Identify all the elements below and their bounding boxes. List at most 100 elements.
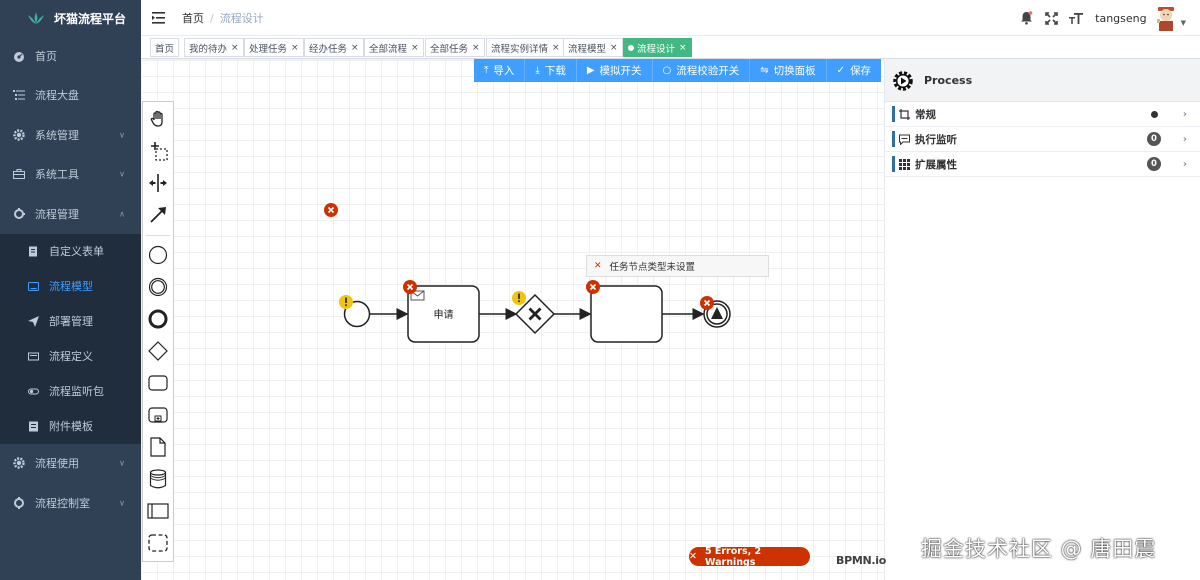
font-size-icon[interactable]: [1064, 6, 1088, 30]
chevron-down-icon: ∨: [119, 498, 125, 508]
app-title: 坏猫流程平台: [54, 11, 127, 26]
chevron-right-icon: ›: [1182, 158, 1187, 170]
group-execution-listener[interactable]: 执行监听 0 ›: [885, 127, 1200, 152]
tag-all-task[interactable]: 全部任务 ×: [425, 38, 485, 57]
grid-icon: [899, 158, 910, 170]
caret-down-icon[interactable]: ▼: [1181, 19, 1186, 27]
breadcrumb: 首页 / 流程设计: [182, 10, 264, 26]
group-general[interactable]: 常规 ›: [885, 102, 1200, 127]
properties-title: Process: [924, 74, 973, 87]
lint-summary-text: 5 Errors, 2 Warnings: [704, 545, 762, 568]
import-button[interactable]: ⤒ 导入: [474, 59, 526, 82]
switch-icon: ⇋: [760, 65, 769, 76]
fullscreen-icon[interactable]: [1039, 6, 1063, 30]
close-icon[interactable]: ×: [291, 43, 299, 53]
pool-icon[interactable]: [143, 496, 173, 526]
group-icon[interactable]: [143, 528, 173, 558]
tag-my-todo[interactable]: 我的待办 ×: [184, 38, 244, 57]
lint-summary-button[interactable]: ✕ 5 Errors, 2 Warnings: [689, 545, 810, 568]
tag-home[interactable]: 首页: [150, 38, 180, 57]
tag-handled-task[interactable]: 经办任务 ×: [304, 38, 364, 57]
tags-view: 首页 我的待办 × 处理任务 × 经办任务 × 全部流程 × 全部任务 × 流程实例详情 ×…: [141, 36, 1200, 59]
error-marker[interactable]: [324, 203, 338, 217]
group-extension-properties[interactable]: 扩展属性 0 ›: [885, 152, 1200, 177]
sidebar-item-custom-form[interactable]: 自定义表单: [0, 234, 141, 269]
tag-instance-detail[interactable]: 流程实例详情 ×: [486, 38, 565, 57]
intermediate-event-icon[interactable]: [143, 272, 173, 302]
sidebar-item-process-model[interactable]: 流程模型: [0, 269, 141, 304]
sidebar-item-process-management[interactable]: 流程管理 ∧: [0, 194, 141, 234]
sidebar-item-definition[interactable]: 流程定义: [0, 339, 141, 374]
sidebar-item-label: 流程定义: [49, 350, 93, 363]
sidebar-item-home[interactable]: 首页: [0, 36, 141, 76]
lasso-tool-icon[interactable]: [143, 136, 173, 166]
hand-tool-icon[interactable]: [143, 104, 173, 134]
chevron-down-icon: ∨: [119, 130, 125, 140]
sidebar-item-attachment[interactable]: 附件模板: [0, 409, 141, 444]
sidebar-item-deploy[interactable]: 部署管理: [0, 304, 141, 339]
tag-all-process[interactable]: 全部流程 ×: [364, 38, 424, 57]
download-icon: ⤓: [535, 65, 540, 76]
sidebar-item-control-room[interactable]: 流程控制室 ∨: [0, 483, 141, 523]
download-label: 下载: [544, 65, 566, 77]
connect-tool-icon[interactable]: [143, 200, 173, 230]
error-marker[interactable]: [403, 280, 417, 294]
tag-process-model[interactable]: 流程模型 ×: [563, 38, 623, 57]
close-icon[interactable]: ×: [351, 43, 359, 53]
sidebar-item-label: 系统工具: [35, 168, 79, 182]
tag-handle-task[interactable]: 处理任务 ×: [244, 38, 304, 57]
end-event-icon[interactable]: [143, 304, 173, 334]
breadcrumb-home[interactable]: 首页: [182, 12, 204, 25]
close-icon[interactable]: ×: [231, 43, 239, 53]
warning-marker[interactable]: [339, 295, 353, 309]
chevron-up-icon: ∧: [119, 209, 125, 219]
save-button[interactable]: ✓ 保存: [826, 59, 882, 82]
bpmn-io-logo[interactable]: BPMN.io: [836, 554, 886, 567]
data-store-icon[interactable]: [143, 464, 173, 494]
tag-label: 流程模型: [568, 43, 607, 55]
import-label: 导入: [493, 65, 515, 77]
task-unnamed[interactable]: [590, 285, 663, 343]
avatar[interactable]: [1155, 5, 1177, 31]
gateway-icon[interactable]: [143, 336, 173, 366]
switch-panel-button[interactable]: ⇋ 切换面板: [750, 59, 827, 82]
data-object-icon[interactable]: [143, 432, 173, 462]
bell-icon[interactable]: [1014, 6, 1038, 30]
hamburger-icon[interactable]: [152, 11, 166, 24]
tag-label: 流程实例详情: [491, 43, 549, 55]
sidebar-item-label: 自定义表单: [49, 245, 104, 258]
sidebar: 坏猫流程平台 首页 流程大盘 系统管理 ∨ 系统工具 ∨ 流程管理 ∧ 自定义表…: [0, 0, 141, 580]
error-marker[interactable]: [700, 296, 714, 310]
sidebar-item-process-usage[interactable]: 流程使用 ∨: [0, 444, 141, 484]
close-icon[interactable]: ×: [552, 43, 560, 53]
warning-marker[interactable]: [512, 291, 526, 305]
task-apply[interactable]: 申请: [407, 285, 480, 343]
sidebar-item-dashboard[interactable]: 流程大盘: [0, 76, 141, 116]
bpmn-palette: [142, 101, 174, 562]
gear-icon: [13, 457, 25, 469]
download-button[interactable]: ⤓ 下载: [525, 59, 577, 82]
start-event-icon[interactable]: [143, 240, 173, 270]
app-logo[interactable]: 坏猫流程平台: [0, 0, 141, 36]
close-icon[interactable]: ×: [472, 43, 480, 53]
tag-process-design[interactable]: 流程设计 ×: [623, 38, 692, 57]
space-tool-icon[interactable]: [143, 168, 173, 198]
username[interactable]: tangseng: [1095, 12, 1146, 25]
close-icon[interactable]: ×: [679, 43, 687, 53]
sidebar-item-system[interactable]: 系统管理 ∨: [0, 115, 141, 155]
dashboard-icon: [13, 50, 25, 62]
error-marker[interactable]: [586, 280, 600, 294]
validate-toggle-button[interactable]: ○ 流程校验开关: [652, 59, 751, 82]
circle-icon: ○: [662, 65, 672, 76]
subprocess-icon[interactable]: [143, 400, 173, 430]
sidebar-item-listener[interactable]: 流程监听包: [0, 374, 141, 409]
tag-label: 经办任务: [309, 43, 348, 55]
close-icon[interactable]: ×: [610, 43, 618, 53]
close-icon[interactable]: ×: [411, 43, 419, 53]
simulate-toggle-button[interactable]: ▶ 模拟开关: [576, 59, 653, 82]
sidebar-item-tools[interactable]: 系统工具 ∨: [0, 155, 141, 195]
task-icon[interactable]: [143, 368, 173, 398]
tag-label: 全部流程: [369, 43, 408, 55]
simulate-label: 模拟开关: [599, 65, 642, 77]
breadcrumb-separator: /: [210, 11, 214, 25]
